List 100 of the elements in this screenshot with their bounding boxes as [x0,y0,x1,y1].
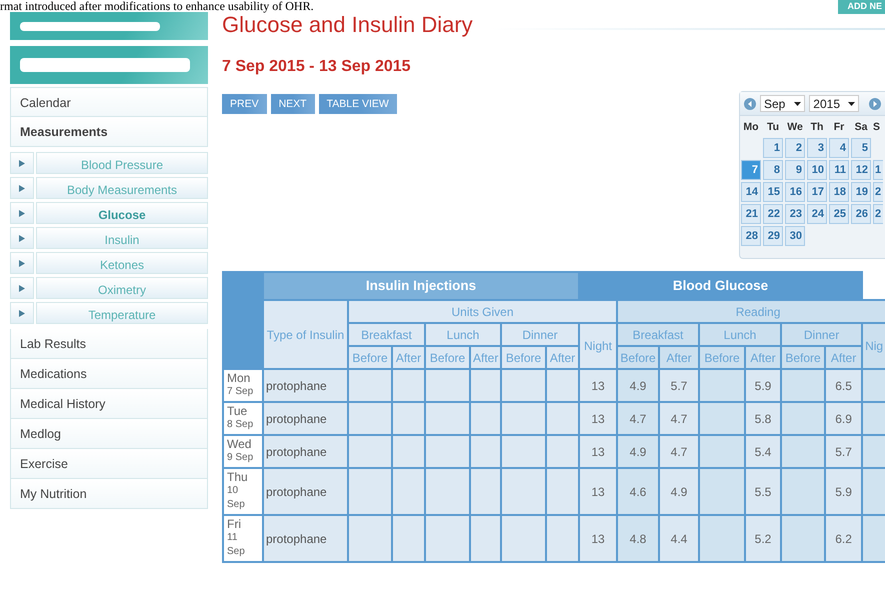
calendar-day[interactable]: 7 [741,160,761,180]
sidebar-item[interactable]: Measurements [10,117,208,147]
calendar-day[interactable]: 18 [829,182,849,202]
calendar-day[interactable]: 5 [851,138,871,158]
sidebar-item[interactable]: Lab Results [10,329,208,359]
weekday-label: Fr [832,120,846,135]
table-cell: protophane [263,435,348,468]
date-range: 7 Sep 2015 - 13 Sep 2015 [222,57,412,77]
calendar-day[interactable]: 9 [785,160,805,180]
column-header: Breakfast [617,323,699,346]
sidebar-item[interactable]: Exercise [10,449,208,479]
column-header: Type of Insulin [263,300,348,369]
column-header: Dinner [781,323,862,346]
calendar-day[interactable]: 25 [829,204,849,224]
calendar-day[interactable]: 1 [873,160,883,180]
calendar-day[interactable]: 2 [873,182,883,202]
calendar-day[interactable]: 11 [829,160,849,180]
column-header: Units Given [348,300,617,323]
nav-button[interactable]: NEXT [270,94,315,114]
column-header: Before [617,346,659,369]
table-cell: 6.9 [825,402,862,435]
calendar-day[interactable]: 2 [873,204,883,224]
calendar-day[interactable]: 14 [741,182,761,202]
table-cell: protophane [263,515,348,562]
column-header: After [392,346,425,369]
column-header: Lunch [425,323,501,346]
calendar-day[interactable]: 30 [785,226,805,246]
weekday-label: We [786,120,804,135]
month-select[interactable]: Sep [760,95,806,112]
sidebar-subitem[interactable]: Body Measurements [36,177,208,199]
sidebar-item[interactable]: Medical History [10,389,208,419]
calendar-day[interactable]: 12 [851,160,871,180]
sidebar-item[interactable]: Calendar [10,87,208,117]
column-header: Lunch [699,323,781,346]
calendar-day[interactable]: 21 [741,204,761,224]
sidebar-subitem[interactable]: Blood Pressure [36,152,208,174]
year-select[interactable]: 2015 [809,95,859,112]
table-cell: 13 [579,468,617,515]
weekday-label: Mo [742,120,760,135]
document-text: rmat introduced after modifications to enhance usability of OHR. [0,0,314,12]
sidebar-subitem[interactable]: Temperature [36,302,208,324]
sidebar-item[interactable]: Medications [10,359,208,389]
calendar-day[interactable]: 16 [785,182,805,202]
calendar-day[interactable]: 22 [763,204,783,224]
table-cell: 6.5 [825,369,862,402]
table-cell: 13 [579,402,617,435]
nav-button[interactable]: TABLE VIEW [318,94,397,114]
sidebar-subitem[interactable]: Insulin [36,227,208,249]
column-header: Insulin Injections [263,272,579,300]
table-cell: 5.9 [825,468,862,515]
calendar-day[interactable]: 29 [763,226,783,246]
table-cell: protophane [263,369,348,402]
table-cell: protophane [263,468,348,515]
column-header: Blood Glucose [579,272,862,300]
table-cell: 5.7 [659,369,699,402]
calendar-day[interactable]: 15 [763,182,783,202]
calendar-day[interactable]: 26 [851,204,871,224]
calendar-day[interactable]: 2 [785,138,805,158]
column-header: Before [501,346,546,369]
calendar-day[interactable]: 4 [829,138,849,158]
column-header: Before [348,346,392,369]
column-header: Night [579,323,617,369]
sidebar-item[interactable]: Medlog [10,419,208,449]
date-label: 11 Sep [227,531,246,559]
table-cell: 13 [579,369,617,402]
calendar-day[interactable]: 10 [807,160,827,180]
weekday-label: S [873,120,882,135]
table-cell: 4.8 [617,515,659,562]
column-header: Before [699,346,745,369]
calendar-day[interactable]: 3 [807,138,827,158]
nav-button[interactable]: PREV [222,94,267,114]
table-cell: 4.9 [659,468,699,515]
day-label: Tue [227,405,248,418]
table-cell: 4.7 [617,402,659,435]
sidebar-subitem[interactable]: Oximetry [36,277,208,299]
column-header: Breakfast [348,323,425,346]
day-label: Fri [227,518,242,531]
table-cell: protophane [263,402,348,435]
table-cell: 4.9 [617,435,659,468]
calendar-day[interactable]: 8 [763,160,783,180]
calendar-day[interactable]: 28 [741,226,761,246]
date-label: 9 Sep [227,451,254,465]
date-label: 10 Sep [227,484,246,512]
table-cell: 4.7 [659,402,699,435]
calendar-day[interactable]: 19 [851,182,871,202]
calendar-day[interactable]: 24 [807,204,827,224]
table-cell: 13 [579,435,617,468]
table-cell: 4.4 [659,515,699,562]
date-label: 7 Sep [227,385,254,399]
sidebar-subitem[interactable]: Ketones [36,252,208,274]
calendar-day[interactable]: 23 [785,204,805,224]
column-header: Before [781,346,825,369]
calendar-day[interactable]: 17 [807,182,827,202]
page-title: Glucose and Insulin Diary [222,12,473,38]
table-cell: 4.6 [617,468,659,515]
sidebar-item[interactable]: My Nutrition [10,479,208,509]
calendar-day[interactable]: 1 [763,138,783,158]
sidebar-subitem[interactable]: Glucose [36,202,208,224]
column-header: After [659,346,699,369]
add-button[interactable]: ADD NE [838,0,885,14]
